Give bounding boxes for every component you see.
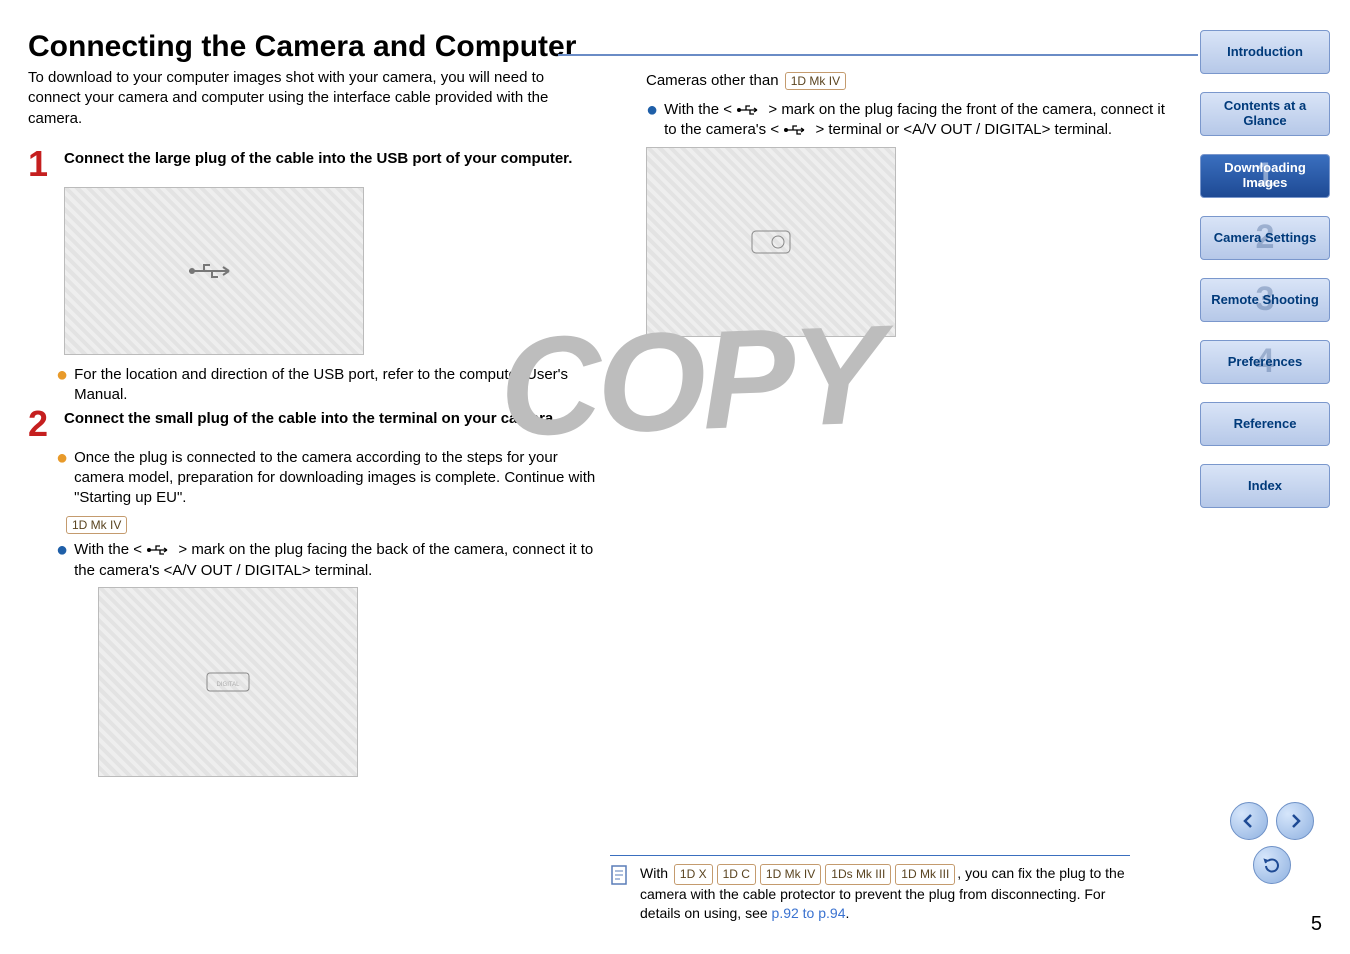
step-2: 2 Connect the small plug of the cable in… [28, 407, 598, 441]
usb-icon [783, 123, 811, 137]
step-1-number: 1 [28, 147, 58, 181]
usb-icon [736, 103, 764, 117]
cameras-other-heading: Cameras other than 1D Mk IV [646, 72, 1166, 90]
title-rule [558, 54, 1198, 56]
camera-model-tag: 1D Mk III [895, 864, 955, 885]
nav-camera-settings[interactable]: 2 Camera Settings [1200, 216, 1330, 260]
figure-camera-back: DIGITAL [98, 587, 358, 777]
nav-downloading-images[interactable]: 1 Downloading Images [1200, 154, 1330, 198]
step-1-heading: Connect the large plug of the cable into… [64, 147, 572, 169]
camera-model-tag: 1D Mk IV [785, 72, 846, 90]
step-2-heading: Connect the small plug of the cable into… [64, 407, 557, 429]
figure-usb-port [64, 187, 364, 355]
nav-introduction[interactable]: Introduction [1200, 30, 1330, 74]
bullet-blue-icon: ● [646, 100, 658, 141]
right-note: ● With the < > mark on the plug facing t… [646, 100, 1166, 141]
footnote: With 1D X1D C1D Mk IV1Ds Mk III1D Mk III… [610, 855, 1130, 924]
nav-preferences[interactable]: 4 Preferences [1200, 340, 1330, 384]
back-button[interactable] [1253, 846, 1291, 884]
nav-contents[interactable]: Contents at a Glance [1200, 92, 1330, 136]
nav-reference[interactable]: Reference [1200, 402, 1330, 446]
usb-icon [146, 543, 174, 557]
camera-model-tag: 1D Mk IV [66, 516, 127, 534]
bullet-icon: ● [56, 448, 68, 509]
camera-model-tag: 1D X [674, 864, 713, 885]
sidebar-nav: Introduction Contents at a Glance 1 Down… [1200, 30, 1330, 787]
bullet-icon: ● [56, 365, 68, 406]
note-icon [610, 864, 630, 886]
prev-page-button[interactable] [1230, 802, 1268, 840]
camera-model-tag: 1D C [717, 864, 756, 885]
page-title: Connecting the Camera and Computer [28, 30, 598, 64]
next-page-button[interactable] [1276, 802, 1314, 840]
camera-model-tag: 1D Mk IV [760, 864, 821, 885]
page-reference-link[interactable]: p.92 to p.94 [772, 905, 846, 921]
step-1-bullet: ● For the location and direction of the … [56, 365, 598, 406]
nav-remote-shooting[interactable]: 3 Remote Shooting [1200, 278, 1330, 322]
page-number: 5 [1311, 913, 1322, 936]
step-1: 1 Connect the large plug of the cable in… [28, 147, 598, 181]
step-2-number: 2 [28, 407, 58, 441]
nav-index[interactable]: Index [1200, 464, 1330, 508]
step-2-note: ● With the < > mark on the plug facing t… [56, 540, 598, 581]
figure-camera-front [646, 147, 896, 337]
intro-paragraph: To download to your computer images shot… [28, 68, 598, 129]
step-2-bullet: ● Once the plug is connected to the came… [56, 448, 598, 509]
camera-model-tag: 1Ds Mk III [825, 864, 891, 885]
svg-text:DIGITAL: DIGITAL [217, 682, 241, 688]
bullet-blue-icon: ● [56, 540, 68, 581]
